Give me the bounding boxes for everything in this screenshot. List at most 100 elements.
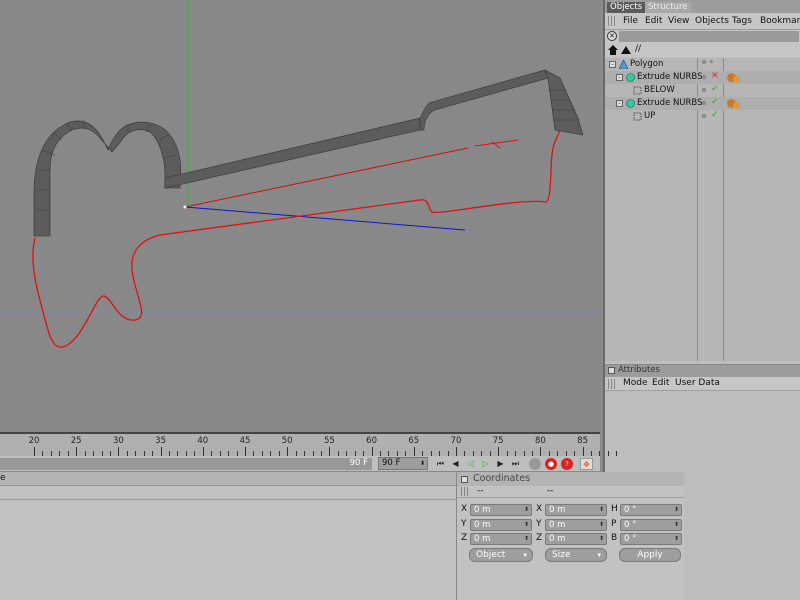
tree-row-extrude-below[interactable]: - Extrude NURBS ✕ (605, 71, 800, 84)
grip-icon[interactable] (608, 16, 615, 26)
tree-row-below[interactable]: BELOW ✓ (605, 84, 800, 97)
grip-icon[interactable] (461, 487, 468, 496)
check-icon[interactable]: ✓ (711, 97, 719, 107)
home-icon[interactable] (608, 45, 618, 55)
tree-row-up[interactable]: UP ✓ (605, 110, 800, 123)
visibility-dot[interactable] (702, 88, 706, 92)
stepper-icon[interactable]: ⬍ (524, 505, 529, 515)
tag-icon[interactable] (733, 76, 740, 83)
rotation-field[interactable]: 0 ° ⬍ (620, 518, 682, 531)
coordinates-manager: Coordinates -- -- X0 m ⬍ X 0 m ⬍ H 0 ° ⬍ Y 0 m ⬍ Y 0… (456, 472, 684, 600)
check-icon[interactable]: ✓ (711, 84, 719, 94)
tab-structure[interactable]: Structure (645, 2, 691, 13)
check-icon[interactable]: ✕ (711, 71, 719, 81)
tree-row-polygon[interactable]: - Polygon (605, 58, 800, 71)
position-field[interactable]: 0 m ⬍ (470, 518, 532, 531)
stepper-icon[interactable]: ⬍ (420, 458, 425, 469)
frame-field[interactable]: 90 F ⬍ (378, 457, 428, 470)
position-axis-label: X (461, 504, 468, 514)
3d-viewport[interactable] (0, 0, 600, 432)
stepper-icon[interactable]: ⬍ (674, 534, 679, 544)
visibility-dot[interactable] (702, 75, 706, 79)
play-forward-button[interactable]: ▷ (479, 458, 492, 470)
previous-frame-button[interactable]: ◀ (449, 458, 462, 470)
stepper-icon[interactable]: ⬍ (674, 520, 679, 530)
position-header: -- (477, 486, 484, 496)
search-input[interactable] (619, 31, 799, 42)
timeline-ruler[interactable]: 20 25 30 35 40 45 50 55 60 65 70 75 80 85 (0, 432, 618, 456)
apply-button[interactable]: Apply (619, 548, 681, 562)
rotation-value: 0 ° (624, 534, 637, 544)
timeline-tick (287, 447, 289, 456)
stepper-icon[interactable]: ⬍ (674, 505, 679, 515)
timeline-tick-label: 40 (197, 436, 209, 446)
record-off-icon[interactable] (529, 458, 541, 470)
menu-file[interactable]: File (623, 15, 638, 28)
menu-user-data[interactable]: User Data (675, 377, 720, 390)
position-field[interactable]: 0 m ⬍ (470, 504, 532, 516)
menu-edit[interactable]: Edit (645, 15, 662, 28)
size-mode-dropdown[interactable]: Size ▾ (545, 548, 607, 562)
visibility-dot[interactable] (702, 101, 706, 105)
origin-point (183, 205, 187, 209)
collapse-icon[interactable]: - (616, 74, 623, 81)
frame-slider[interactable]: 90 F (0, 458, 372, 470)
timeline-tick-label: 80 (534, 436, 546, 446)
next-frame-button[interactable]: ▶ (494, 458, 507, 470)
position-field[interactable]: 0 m ⬍ (470, 533, 532, 545)
object-tree: - Polygon - Extrude NURBS ✕ BELOW ✓ - Ex… (605, 58, 800, 361)
collapse-icon[interactable]: - (616, 100, 623, 107)
position-axis-label: Z (461, 533, 468, 543)
size-field[interactable]: 0 m ⬍ (545, 518, 607, 531)
go-to-start-button[interactable]: ⏮ (434, 458, 447, 470)
menu-tags[interactable]: Tags (732, 15, 752, 28)
stepper-icon[interactable]: ⬍ (599, 505, 604, 515)
size-field[interactable]: 0 m ⬍ (545, 533, 607, 545)
size-mode-value: Size (552, 550, 571, 560)
help-icon[interactable]: ? (561, 458, 573, 470)
path-label: // (635, 44, 642, 54)
stepper-icon[interactable]: ⬍ (524, 520, 529, 530)
menu-objects[interactable]: Objects (695, 15, 729, 28)
timeline-tick (329, 447, 331, 456)
visibility-dot[interactable] (702, 60, 706, 64)
extrude-nurbs-icon (626, 99, 635, 108)
timeline-tick (413, 447, 415, 456)
menu-view[interactable]: View (668, 15, 689, 28)
timeline-tick-label: 35 (155, 436, 167, 446)
timeline-tick-label: 50 (281, 436, 293, 446)
rotation-field[interactable]: 0 ° ⬍ (620, 504, 682, 516)
rotation-axis-label: P (611, 518, 617, 529)
material-menu-label[interactable]: e (0, 473, 6, 483)
go-to-end-button[interactable]: ⏭ (509, 458, 522, 470)
rotation-field[interactable]: 0 ° ⬍ (620, 533, 682, 545)
panel-checkbox[interactable] (608, 367, 615, 374)
visibility-dot[interactable] (702, 114, 706, 118)
tag-icon[interactable] (733, 102, 740, 109)
visibility-dot-render[interactable] (710, 60, 713, 63)
record-icon[interactable]: ● (545, 458, 557, 470)
tree-label: Extrude NURBS (637, 98, 703, 108)
clear-icon[interactable]: ✕ (607, 31, 617, 41)
coordinate-mode-dropdown[interactable]: Object ▾ (469, 548, 533, 562)
timeline-tick (540, 447, 542, 456)
up-arrow-icon[interactable] (621, 46, 631, 54)
panel-checkbox[interactable] (461, 476, 468, 483)
grip-icon[interactable] (608, 379, 615, 389)
viewport-canvas[interactable] (0, 0, 600, 432)
move-icon[interactable]: ✥ (580, 458, 593, 470)
check-icon[interactable]: ✓ (711, 110, 719, 120)
timeline-tick (582, 447, 584, 456)
menu-edit[interactable]: Edit (652, 377, 669, 390)
menu-mode[interactable]: Mode (623, 377, 648, 390)
position-value: 0 m (474, 534, 491, 544)
menu-bookmarks[interactable]: Bookmarks (760, 15, 800, 28)
collapse-icon[interactable]: - (609, 61, 616, 68)
tab-objects[interactable]: Objects (607, 2, 646, 13)
stepper-icon[interactable]: ⬍ (599, 520, 604, 530)
stepper-icon[interactable]: ⬍ (599, 534, 604, 544)
play-backward-button[interactable]: ◁ (464, 458, 477, 470)
size-field[interactable]: 0 m ⬍ (545, 504, 607, 516)
tree-row-extrude-up[interactable]: - Extrude NURBS ✓ (605, 97, 800, 110)
stepper-icon[interactable]: ⬍ (524, 534, 529, 544)
